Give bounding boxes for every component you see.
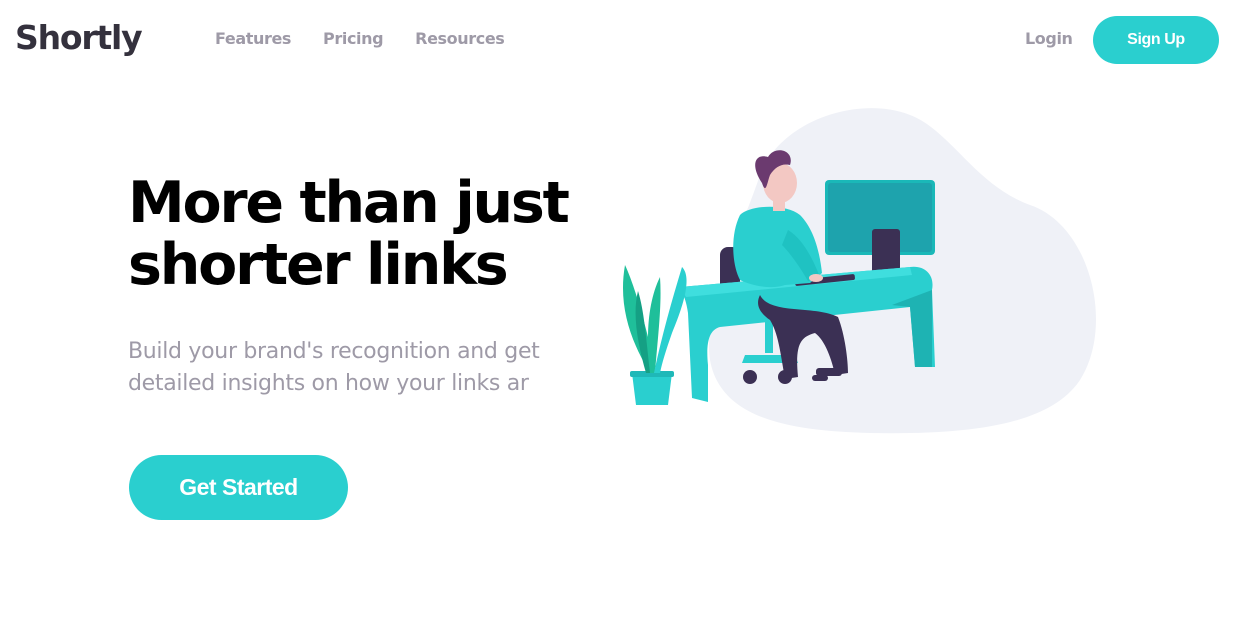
signup-button[interactable]: Sign Up [1093,16,1219,64]
hero-subtitle: Build your brand's recognition and get d… [128,339,540,396]
logo[interactable]: Shortly [15,16,143,60]
nav-link-resources[interactable]: Resources [415,28,505,50]
landing-page: Shortly Features Pricing Resources Login… [0,0,1235,627]
login-link[interactable]: Login [1025,28,1073,50]
person-working-illustration [622,108,1096,434]
nav-links: Features Pricing Resources [215,28,505,50]
nav-link-features[interactable]: Features [215,28,291,50]
navbar: Shortly Features Pricing Resources Login… [0,0,1235,80]
get-started-button[interactable]: Get Started [129,455,348,520]
plant-pot [632,373,672,405]
nav-link-pricing[interactable]: Pricing [323,28,384,50]
hero-title: More than just shorter links [128,170,570,298]
